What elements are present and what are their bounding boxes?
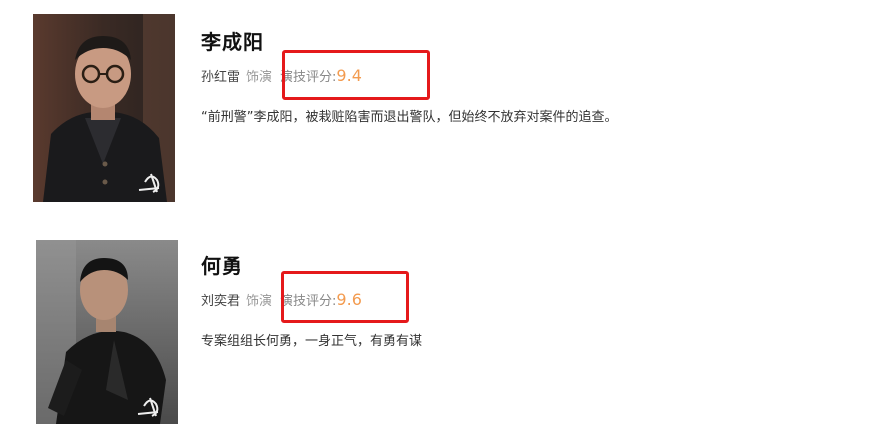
score-highlight-box	[281, 271, 409, 323]
character-name[interactable]: 李成阳	[201, 26, 264, 55]
character-name[interactable]: 何勇	[201, 250, 243, 279]
actor-name[interactable]: 刘奕君	[201, 294, 240, 309]
character-card: 何勇 刘奕君 饰演 演技评分:9.6 专案组组长何勇，一身正气，有勇有谋	[0, 236, 874, 436]
portrait-image-icon	[33, 14, 175, 202]
actor-photo[interactable]	[33, 14, 175, 202]
role-label: 饰演	[246, 70, 273, 85]
portrait-image-icon	[36, 240, 178, 424]
actor-name[interactable]: 孙红雷	[201, 70, 240, 85]
actor-photo[interactable]	[36, 240, 178, 424]
character-description: 专案组组长何勇，一身正气，有勇有谋	[201, 334, 423, 349]
character-card: 李成阳 孙红雷 饰演 演技评分:9.4 “前刑警”李成阳，被栽赃陷害而退出警队，但始…	[0, 14, 874, 214]
role-label: 饰演	[246, 294, 273, 309]
character-description: “前刑警”李成阳，被栽赃陷害而退出警队，但始终不放弃对案件的追查。	[201, 110, 618, 125]
score-highlight-box	[282, 50, 430, 100]
